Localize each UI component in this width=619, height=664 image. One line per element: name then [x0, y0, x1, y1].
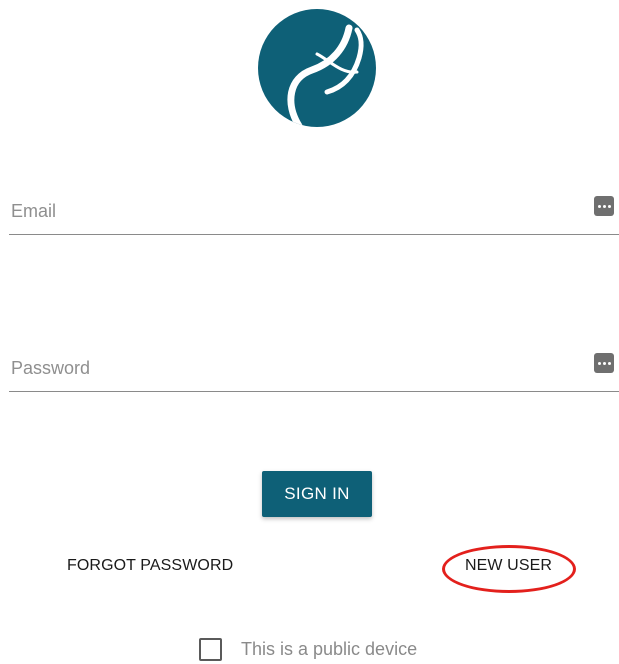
brand-logo-icon [258, 9, 376, 127]
key-icon-dot [607, 204, 611, 208]
password-input[interactable] [9, 347, 583, 389]
email-input[interactable] [9, 190, 583, 232]
password-manager-key-icon[interactable] [594, 196, 614, 216]
login-page: SIGN IN FORGOT PASSWORD NEW USER This is… [0, 0, 619, 664]
public-device-option: This is a public device [199, 637, 417, 661]
public-device-label: This is a public device [241, 638, 418, 659]
key-icon-dot [597, 204, 601, 208]
email-field-container [9, 190, 619, 235]
key-icon-dot [602, 361, 606, 365]
key-icon-dot [602, 204, 606, 208]
key-icon-dot [597, 361, 601, 365]
password-manager-key-icon[interactable] [594, 353, 614, 373]
new-user-link[interactable]: NEW USER [465, 557, 552, 575]
key-icon-dot [607, 361, 611, 365]
password-field-container [9, 347, 619, 392]
forgot-password-link[interactable]: FORGOT PASSWORD [67, 557, 233, 575]
sign-in-button[interactable]: SIGN IN [262, 471, 372, 517]
public-device-checkbox[interactable] [199, 637, 222, 661]
